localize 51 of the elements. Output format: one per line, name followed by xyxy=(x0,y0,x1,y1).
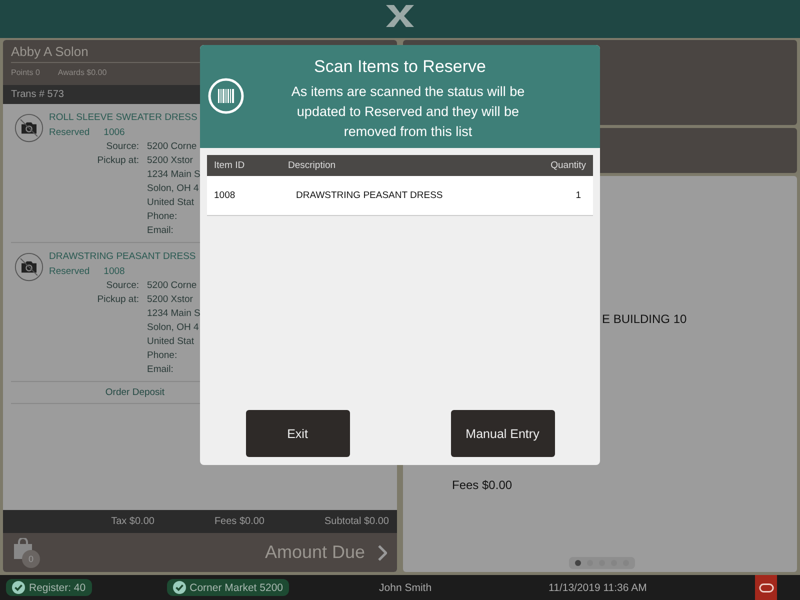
manual-entry-button[interactable]: Manual Entry xyxy=(450,410,554,457)
tax-text: Tax $0.00 xyxy=(111,516,154,527)
detail-value: Phone: xyxy=(147,349,178,363)
column-header: Description xyxy=(288,160,337,171)
points-text: Points 0 xyxy=(11,68,40,77)
user-name: John Smith xyxy=(379,582,432,594)
detail-label: Source: xyxy=(105,279,140,293)
no-image-camera-icon xyxy=(14,113,44,143)
detail-value: 1234 Main S xyxy=(147,168,200,182)
fees-text: Fees $0.00 xyxy=(452,478,512,492)
store-text: Corner Market 5200 xyxy=(190,582,284,594)
detail-value: 5200 Corne xyxy=(147,140,197,154)
page-dot[interactable] xyxy=(575,560,581,566)
item-id: 1008 xyxy=(104,265,125,279)
detail-value: Email: xyxy=(147,363,174,377)
exit-button[interactable]: Exit xyxy=(246,410,350,457)
oval-logo-icon xyxy=(758,582,774,592)
table-cell-text: 1 xyxy=(576,190,582,201)
chevron-right-icon xyxy=(377,544,387,560)
table-row[interactable]: 1008 DRAWSTRING PEASANT DRESS 1 xyxy=(207,176,593,216)
subtotal-text: Subtotal $0.00 xyxy=(324,516,389,527)
column-header: Item ID xyxy=(214,160,246,171)
item-status: Reserved xyxy=(49,265,90,279)
detail-label: Pickup at: xyxy=(96,293,140,307)
address-text: E BUILDING 10 xyxy=(602,312,687,326)
barcode-icon xyxy=(208,78,244,114)
column-header: Quantity xyxy=(550,160,586,171)
awards-text: Awards $0.00 xyxy=(58,68,107,77)
fees-text: Fees $0.00 xyxy=(214,516,264,527)
detail-value: United Stat xyxy=(147,335,195,349)
detail-label: Pickup at: xyxy=(96,154,140,168)
table-cell-text: DRAWSTRING PEASANT DRESS xyxy=(295,190,444,201)
detail-value: 5200 Corne xyxy=(147,279,197,293)
no-image-camera-icon xyxy=(14,252,44,282)
detail-value: Email: xyxy=(147,224,174,238)
x-logo-icon xyxy=(384,4,416,28)
detail-value: Solon, OH 4 xyxy=(147,321,200,335)
register-text: Register: 40 xyxy=(29,582,86,594)
item-status: Reserved xyxy=(49,126,90,140)
oracle-logo-button[interactable] xyxy=(755,575,777,600)
amount-due-label: Amount Due xyxy=(264,542,365,563)
detail-value: 1234 Main S xyxy=(147,307,200,321)
detail-value: United Stat xyxy=(147,196,195,210)
detail-value: Phone: xyxy=(147,210,178,224)
date-time: 11/13/2019 11:36 AM xyxy=(548,582,647,594)
detail-value: Solon, OH 4 xyxy=(147,182,200,196)
table-cell-text: 1008 xyxy=(214,190,236,201)
item-id: 1006 xyxy=(104,126,125,140)
detail-label: Source: xyxy=(105,140,140,154)
detail-value: 5200 Xstor xyxy=(147,154,194,168)
detail-value: 5200 Xstor xyxy=(147,293,194,307)
